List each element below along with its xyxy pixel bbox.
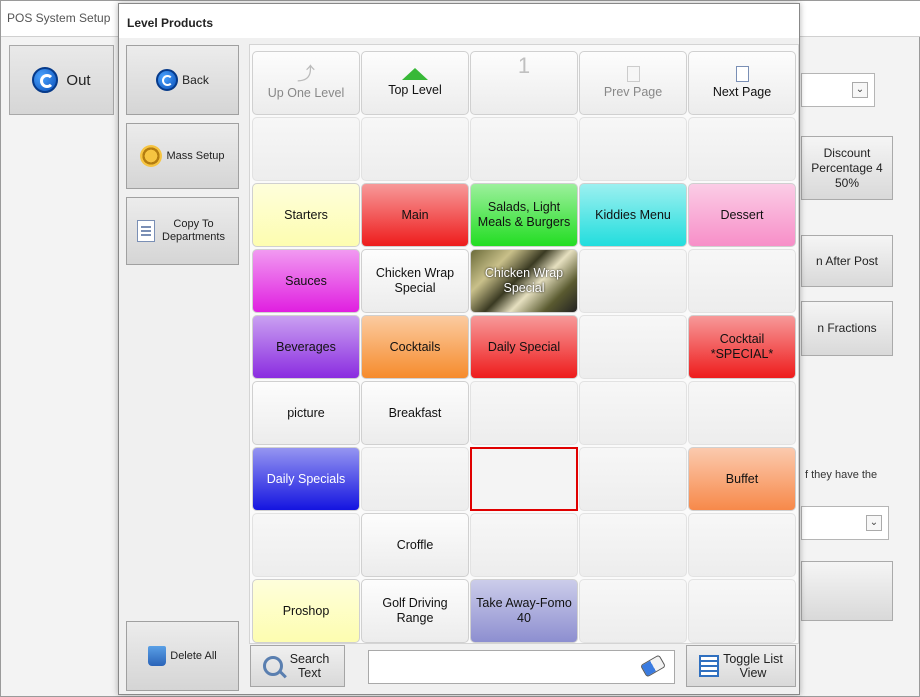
product-tile-empty[interactable] [688, 249, 796, 313]
mass-setup-button[interactable]: Mass Setup [126, 123, 239, 189]
background-blank-tile[interactable] [801, 561, 893, 621]
prev-page-label: Prev Page [603, 85, 663, 99]
selected-empty-tile[interactable] [470, 447, 578, 511]
top-level-label: Top Level [388, 83, 442, 97]
out-button[interactable]: Out [9, 45, 114, 115]
up-arrow-icon: ⤴ [297, 64, 315, 84]
level-products-dialog: Level Products Back Mass Setup Copy To D… [118, 3, 800, 695]
product-tile-empty[interactable] [579, 249, 687, 313]
search-text-label: Search Text [289, 652, 330, 680]
top-level-button[interactable]: Top Level [361, 51, 469, 115]
product-tile-beverages[interactable]: Beverages [252, 315, 360, 379]
back-label: Back [182, 72, 209, 87]
product-tile-picture[interactable]: picture [252, 381, 360, 445]
list-view-icon [699, 655, 719, 677]
product-tile-daily-special[interactable]: Daily Special [470, 315, 578, 379]
product-tile-take-away-fomo-40[interactable]: Take Away-Fomo 40 [470, 579, 578, 643]
background-dropdown-top[interactable]: ⌄ [801, 73, 875, 107]
trash-icon [148, 646, 167, 666]
next-page-label: Next Page [712, 85, 772, 99]
discount-percentage-tile[interactable]: Discount Percentage 4 50% [801, 136, 893, 200]
product-tile-cocktails[interactable]: Cocktails [361, 315, 469, 379]
product-tile-kiddies-menu[interactable]: Kiddies Menu [579, 183, 687, 247]
chevron-down-icon: ⌄ [866, 515, 882, 531]
search-text-button[interactable]: Search Text [250, 645, 345, 687]
after-post-tile[interactable]: n After Post [801, 235, 893, 287]
delete-all-button[interactable]: Delete All [126, 621, 239, 691]
product-tile-proshop[interactable]: Proshop [252, 579, 360, 643]
product-tile-empty[interactable] [252, 513, 360, 577]
search-icon [262, 656, 283, 676]
product-tile-cocktail-special[interactable]: Cocktail *SPECIAL* [688, 315, 796, 379]
prev-page-icon [626, 66, 640, 82]
product-tile-main[interactable]: Main [361, 183, 469, 247]
back-icon [156, 69, 179, 91]
home-icon [402, 68, 428, 80]
toggle-list-view-label: Toggle List View [723, 652, 783, 680]
product-tile-empty[interactable] [579, 579, 687, 643]
up-one-level-label: Up One Level [267, 86, 345, 100]
dialog-title-bar: Level Products [119, 4, 799, 38]
background-dropdown-bottom[interactable]: ⌄ [801, 506, 889, 540]
mass-setup-label: Mass Setup [166, 149, 225, 162]
product-tile-empty[interactable] [688, 381, 796, 445]
background-text: f they have the [805, 469, 878, 481]
product-tile-empty[interactable] [252, 117, 360, 181]
product-grid: ⤴ Up One Level Top Level 1 Prev Page Nex… [249, 44, 799, 644]
product-tile-empty[interactable] [361, 447, 469, 511]
product-tile-golf-driving-range[interactable]: Golf Driving Range [361, 579, 469, 643]
product-tile-empty[interactable] [470, 381, 578, 445]
product-tile-sauces[interactable]: Sauces [252, 249, 360, 313]
product-tile-empty[interactable] [470, 117, 578, 181]
product-tile-breakfast[interactable]: Breakfast [361, 381, 469, 445]
product-tile-empty[interactable] [579, 381, 687, 445]
back-button[interactable]: Back [126, 45, 239, 115]
product-tile-croffle[interactable]: Croffle [361, 513, 469, 577]
copy-to-departments-label: Copy To Departments [162, 218, 225, 243]
copy-to-departments-button[interactable]: Copy To Departments [126, 197, 239, 265]
product-tile-empty[interactable] [579, 513, 687, 577]
product-tile-empty[interactable] [361, 117, 469, 181]
product-tile-empty[interactable] [579, 117, 687, 181]
search-input[interactable] [368, 650, 675, 684]
next-page-icon [735, 66, 749, 82]
product-tile-empty[interactable] [688, 579, 796, 643]
out-label: Out [66, 71, 91, 89]
chevron-down-icon: ⌄ [852, 82, 868, 98]
document-icon [136, 220, 155, 242]
product-tile-empty[interactable] [688, 513, 796, 577]
background-title: POS System Setup [7, 11, 111, 25]
gear-icon [140, 145, 163, 167]
product-tile-daily-specials[interactable]: Daily Specials [252, 447, 360, 511]
page-number: 1 [470, 51, 578, 115]
next-page-button[interactable]: Next Page [688, 51, 796, 115]
prev-page-button[interactable]: Prev Page [579, 51, 687, 115]
exit-icon [32, 67, 59, 93]
fractions-tile[interactable]: n Fractions [801, 301, 893, 356]
product-tile-empty[interactable] [470, 513, 578, 577]
product-tile-empty[interactable] [688, 117, 796, 181]
dialog-title: Level Products [127, 16, 214, 30]
product-tile-chicken-wrap-special[interactable]: Chicken Wrap Special [470, 249, 578, 313]
product-tile-empty[interactable] [579, 447, 687, 511]
product-tile-starters[interactable]: Starters [252, 183, 360, 247]
delete-all-label: Delete All [170, 649, 217, 662]
product-tile-empty[interactable] [579, 315, 687, 379]
product-tile-buffet[interactable]: Buffet [688, 447, 796, 511]
up-one-level-button[interactable]: ⤴ Up One Level [252, 51, 360, 115]
product-tile-chicken-wrap-special[interactable]: Chicken Wrap Special [361, 249, 469, 313]
product-tile-salads-light-meals-burgers[interactable]: Salads, Light Meals & Burgers [470, 183, 578, 247]
toggle-list-view-button[interactable]: Toggle List View [686, 645, 796, 687]
product-tile-dessert[interactable]: Dessert [688, 183, 796, 247]
